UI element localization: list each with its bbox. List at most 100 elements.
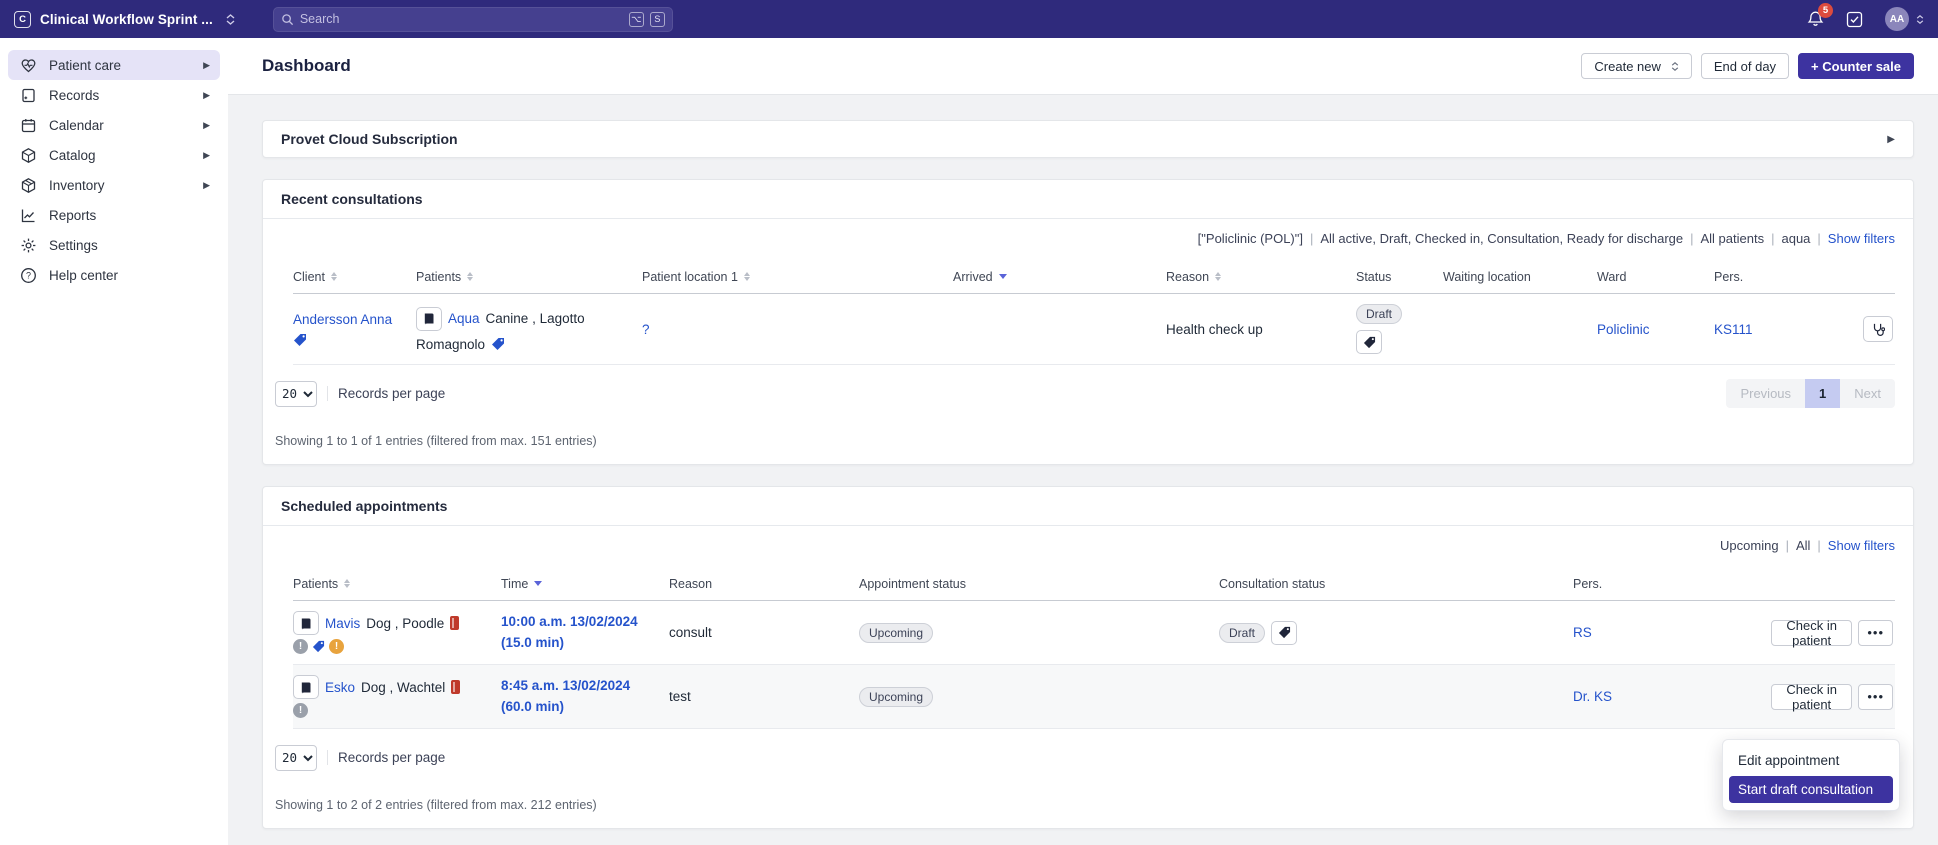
notifications-button[interactable]: 5 [1807, 10, 1824, 28]
column-header-client[interactable]: Client [293, 270, 416, 284]
counter-sale-button[interactable]: + Counter sale [1798, 53, 1914, 79]
organization-switcher[interactable]: C Clinical Workflow Sprint ... [14, 11, 235, 28]
user-menu[interactable]: AA [1885, 7, 1924, 31]
tasks-button[interactable] [1846, 11, 1863, 28]
chevron-up-down-icon [226, 14, 235, 25]
check-in-patient-button[interactable]: Check in patient [1771, 620, 1852, 646]
sort-icon [331, 272, 337, 281]
current-page-button[interactable]: 1 [1805, 379, 1840, 408]
pers-cell: RS [1573, 625, 1771, 640]
row-actions-menu-button[interactable]: ••• [1858, 684, 1893, 710]
topbar-right-cluster: 5 AA [1807, 7, 1924, 31]
column-header-appointment-status: Appointment status [859, 577, 1219, 591]
chevron-up-down-icon [1671, 62, 1679, 71]
end-of-day-button[interactable]: End of day [1701, 53, 1789, 79]
client-link[interactable]: Andersson Anna [293, 312, 416, 327]
svg-text:?: ? [26, 270, 31, 280]
patient-record-book-button[interactable] [293, 611, 319, 635]
tag-icon[interactable] [293, 333, 416, 347]
sidebar-item-catalog[interactable]: Catalog ▶ [8, 140, 220, 170]
sort-desc-icon [534, 581, 542, 586]
filter-statuses[interactable]: All active, Draft, Checked in, Consultat… [1320, 231, 1683, 246]
ward-link[interactable]: Policlinic [1597, 322, 1650, 337]
column-header-patients[interactable]: Patients [416, 270, 642, 284]
pers-link[interactable]: KS111 [1714, 322, 1753, 337]
search-icon [281, 13, 294, 26]
search-input[interactable] [300, 12, 623, 26]
chevron-right-icon: ▶ [1887, 134, 1895, 145]
sort-icon [467, 272, 473, 281]
sidebar-item-label: Settings [49, 238, 98, 253]
appointment-duration[interactable]: (60.0 min) [501, 697, 669, 717]
consultation-button[interactable] [1863, 316, 1893, 342]
check-in-patient-button[interactable]: Check in patient [1771, 684, 1852, 710]
edit-appointment-menu-item[interactable]: Edit appointment [1729, 747, 1893, 774]
column-header-reason: Reason [669, 577, 859, 591]
book-icon [300, 617, 312, 630]
scheduled-appointments-filters: Upcoming All Show filters [263, 526, 1913, 563]
patient-name-link[interactable]: Aqua [448, 311, 480, 326]
entries-summary: Showing 1 to 2 of 2 entries (filtered fr… [263, 772, 1913, 828]
next-page-button[interactable]: Next [1840, 379, 1895, 408]
red-flag-icon [451, 680, 460, 694]
recent-consultations-table: Client Patients Patient location 1 Arriv… [293, 260, 1895, 365]
appointment-time-link[interactable]: 10:00 a.m. 13/02/2024 [501, 612, 669, 632]
ward-cell: Policlinic [1597, 322, 1714, 337]
records-per-page-select[interactable]: 20 [275, 381, 317, 407]
sidebar-item-records[interactable]: Records ▶ [8, 80, 220, 110]
subscription-card-title: Provet Cloud Subscription [281, 131, 458, 147]
tag-button[interactable] [1356, 330, 1382, 354]
sidebar-item-help-center[interactable]: ? Help center [8, 260, 220, 290]
sidebar-item-reports[interactable]: Reports [8, 200, 220, 230]
filter-upcoming[interactable]: Upcoming [1720, 538, 1779, 553]
sidebar-item-settings[interactable]: Settings [8, 230, 220, 260]
pers-link[interactable]: Dr. KS [1573, 689, 1612, 704]
column-header-patient-location[interactable]: Patient location 1 [642, 270, 953, 284]
consultation-status-cell: Draft [1219, 621, 1573, 645]
column-header-patients[interactable]: Patients [293, 577, 501, 591]
column-header-ward: Ward [1597, 270, 1714, 284]
notification-count-badge: 5 [1818, 3, 1833, 18]
filter-search-term[interactable]: aqua [1781, 231, 1810, 246]
records-icon [20, 87, 37, 104]
tag-button[interactable] [1271, 621, 1297, 645]
records-per-page-select[interactable]: 20 [275, 745, 317, 771]
previous-page-button[interactable]: Previous [1726, 379, 1805, 408]
filter-department[interactable]: ["Policlinic (POL)"] [1198, 231, 1303, 246]
tag-icon[interactable] [491, 337, 505, 351]
tag-icon[interactable] [312, 640, 325, 653]
org-name: Clinical Workflow Sprint ... [40, 12, 213, 27]
patient-location-link[interactable]: ? [642, 322, 650, 337]
warning-icon: ! [329, 639, 344, 654]
column-header-pers: Pers. [1714, 270, 1861, 284]
create-new-button[interactable]: Create new [1581, 53, 1691, 79]
sidebar-item-patient-care[interactable]: Patient care ▶ [8, 50, 220, 80]
column-header-time[interactable]: Time [501, 577, 669, 591]
column-header-arrived[interactable]: Arrived [953, 270, 1166, 284]
patient-record-book-button[interactable] [293, 675, 319, 699]
start-draft-consultation-menu-item[interactable]: Start draft consultation [1729, 776, 1893, 803]
avatar: AA [1885, 7, 1909, 31]
patient-name-link[interactable]: Mavis [325, 616, 360, 631]
patient-record-book-button[interactable] [416, 307, 442, 331]
filter-all[interactable]: All [1796, 538, 1810, 553]
tag-icon [1278, 626, 1291, 639]
column-header-reason[interactable]: Reason [1166, 270, 1356, 284]
patient-name-link[interactable]: Esko [325, 680, 355, 695]
calendar-icon [20, 117, 37, 134]
appointment-duration[interactable]: (15.0 min) [501, 633, 669, 653]
page-title: Dashboard [262, 56, 351, 76]
subscription-card[interactable]: Provet Cloud Subscription ▶ [262, 120, 1914, 158]
show-filters-link[interactable]: Show filters [1828, 538, 1895, 553]
show-filters-link[interactable]: Show filters [1828, 231, 1895, 246]
filter-patients[interactable]: All patients [1701, 231, 1765, 246]
sidebar-item-inventory[interactable]: Inventory ▶ [8, 170, 220, 200]
row-actions-menu-button[interactable]: ••• [1858, 620, 1893, 646]
top-bar: C Clinical Workflow Sprint ... ⌥ S 5 [0, 0, 1938, 38]
time-cell: 10:00 a.m. 13/02/2024 (15.0 min) [501, 612, 669, 653]
pers-link[interactable]: RS [1573, 625, 1592, 640]
sidebar: Patient care ▶ Records ▶ Calendar ▶ Cata… [0, 38, 228, 845]
appointment-time-link[interactable]: 8:45 a.m. 13/02/2024 [501, 676, 669, 696]
cube-icon [20, 147, 37, 164]
sidebar-item-calendar[interactable]: Calendar ▶ [8, 110, 220, 140]
